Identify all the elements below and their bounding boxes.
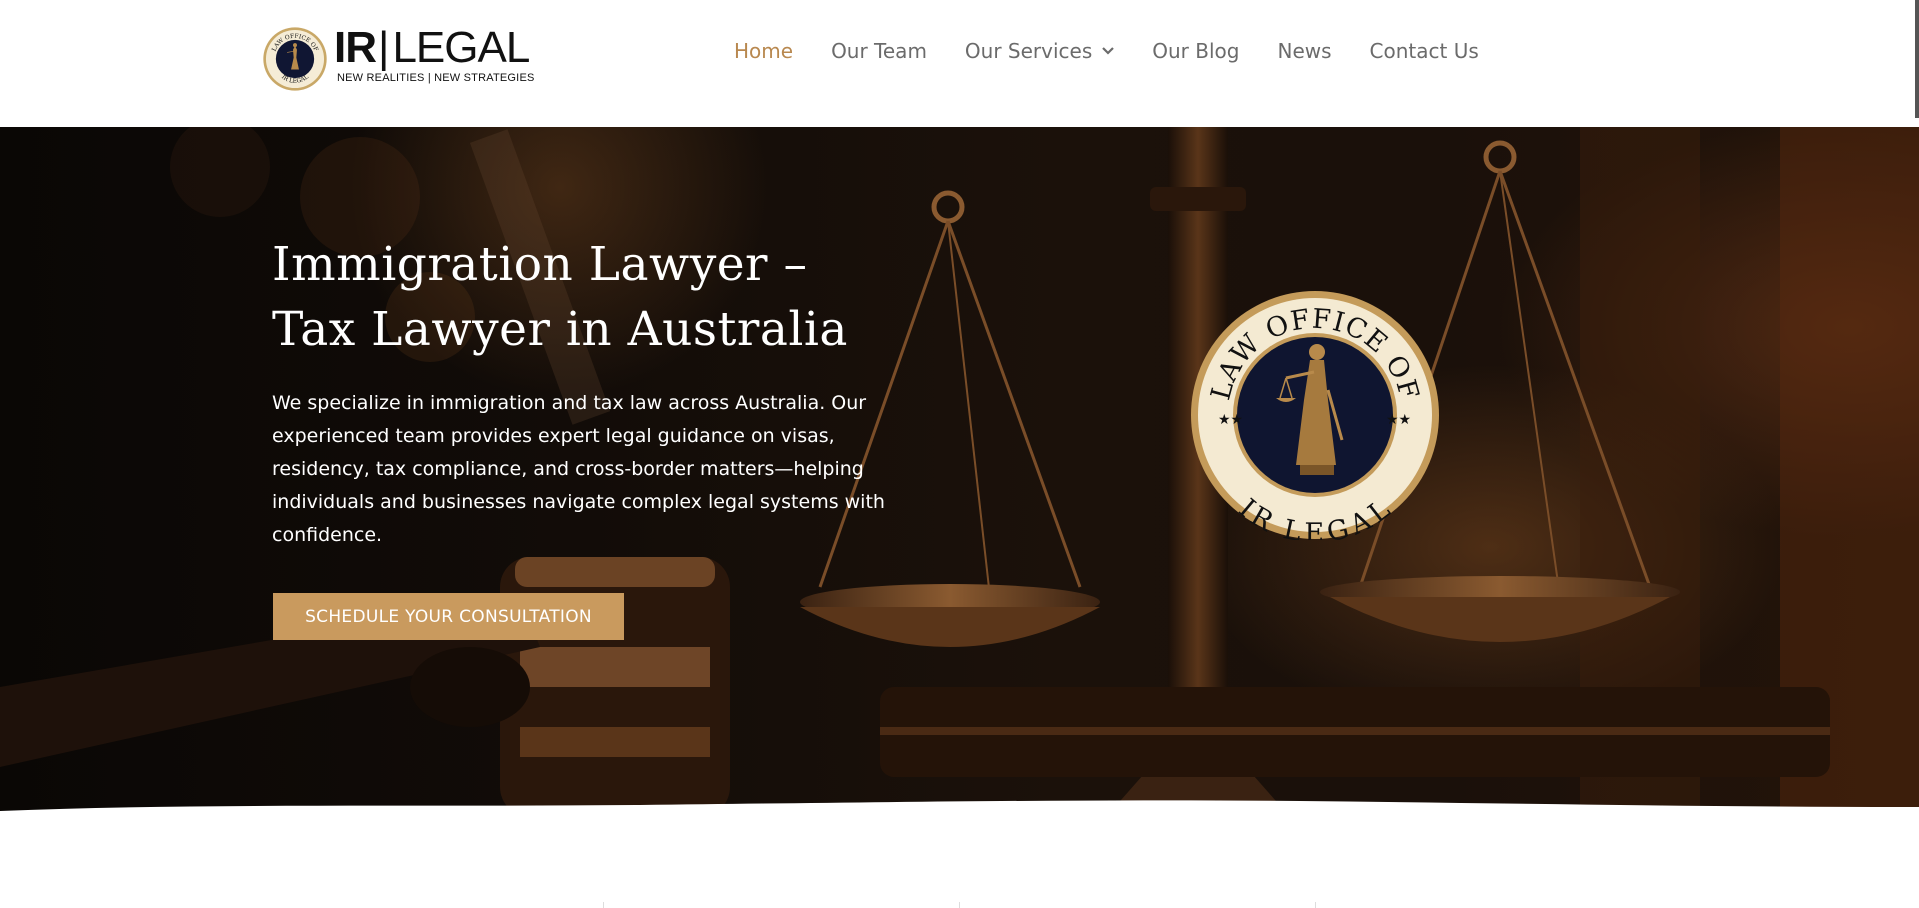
hero-title: Immigration Lawyer – Tax Lawyer in Austr… <box>272 232 972 362</box>
svg-text:★★: ★★ <box>1218 411 1243 427</box>
nav-our-team[interactable]: Our Team <box>831 39 927 63</box>
nav-our-services[interactable]: Our Services <box>964 39 1115 63</box>
main-nav: Home Our Team Our Services Our Blog News… <box>734 36 1479 66</box>
logo-ir: IR <box>334 23 377 72</box>
section-divider <box>603 902 604 908</box>
chevron-down-icon <box>1102 47 1115 55</box>
law-office-seal-icon: LAW OFFICE OF IR LEGAL <box>263 27 327 91</box>
svg-text:★★: ★★ <box>1386 411 1411 427</box>
nav-news-label: News <box>1277 39 1332 63</box>
nav-home-label: Home <box>734 39 794 63</box>
logo-separator: | <box>378 23 389 72</box>
nav-our-blog[interactable]: Our Blog <box>1152 39 1239 63</box>
section-divider <box>959 902 960 908</box>
lady-justice-seal-icon: LAW OFFICE OF IR LEGAL ★★ ★★ <box>1191 291 1439 540</box>
nav-contact-us-label: Contact Us <box>1369 39 1479 63</box>
site-header: LAW OFFICE OF IR LEGAL IR|LEGAL NEW REAL… <box>0 0 1919 127</box>
nav-news[interactable]: News <box>1277 39 1331 63</box>
page-scrollbar[interactable] <box>1915 0 1919 118</box>
nav-our-team-label: Our Team <box>831 39 927 63</box>
hero-title-line-2: Tax Lawyer in Australia <box>272 302 848 357</box>
nav-home[interactable]: Home <box>734 39 793 63</box>
logo-tagline: NEW REALITIES | NEW STRATEGIES <box>337 72 535 84</box>
hero-title-line-1: Immigration Lawyer – <box>272 237 808 292</box>
hero-description: We specialize in immigration and tax law… <box>272 392 885 546</box>
site-logo[interactable]: LAW OFFICE OF IR LEGAL IR|LEGAL NEW REAL… <box>262 24 534 94</box>
hero-bottom-wave-divider <box>0 800 1919 825</box>
nav-our-services-label: Our Services <box>964 39 1093 63</box>
logo-legal: LEGAL <box>392 23 530 72</box>
logo-wordmark: IR|LEGAL <box>334 23 530 72</box>
section-divider <box>1315 902 1316 908</box>
schedule-consultation-button[interactable]: SCHEDULE YOUR CONSULTATION <box>273 593 624 640</box>
nav-our-blog-label: Our Blog <box>1152 39 1240 63</box>
hero-section: Immigration Lawyer – Tax Lawyer in Austr… <box>0 127 1919 817</box>
nav-contact-us[interactable]: Contact Us <box>1370 39 1479 63</box>
